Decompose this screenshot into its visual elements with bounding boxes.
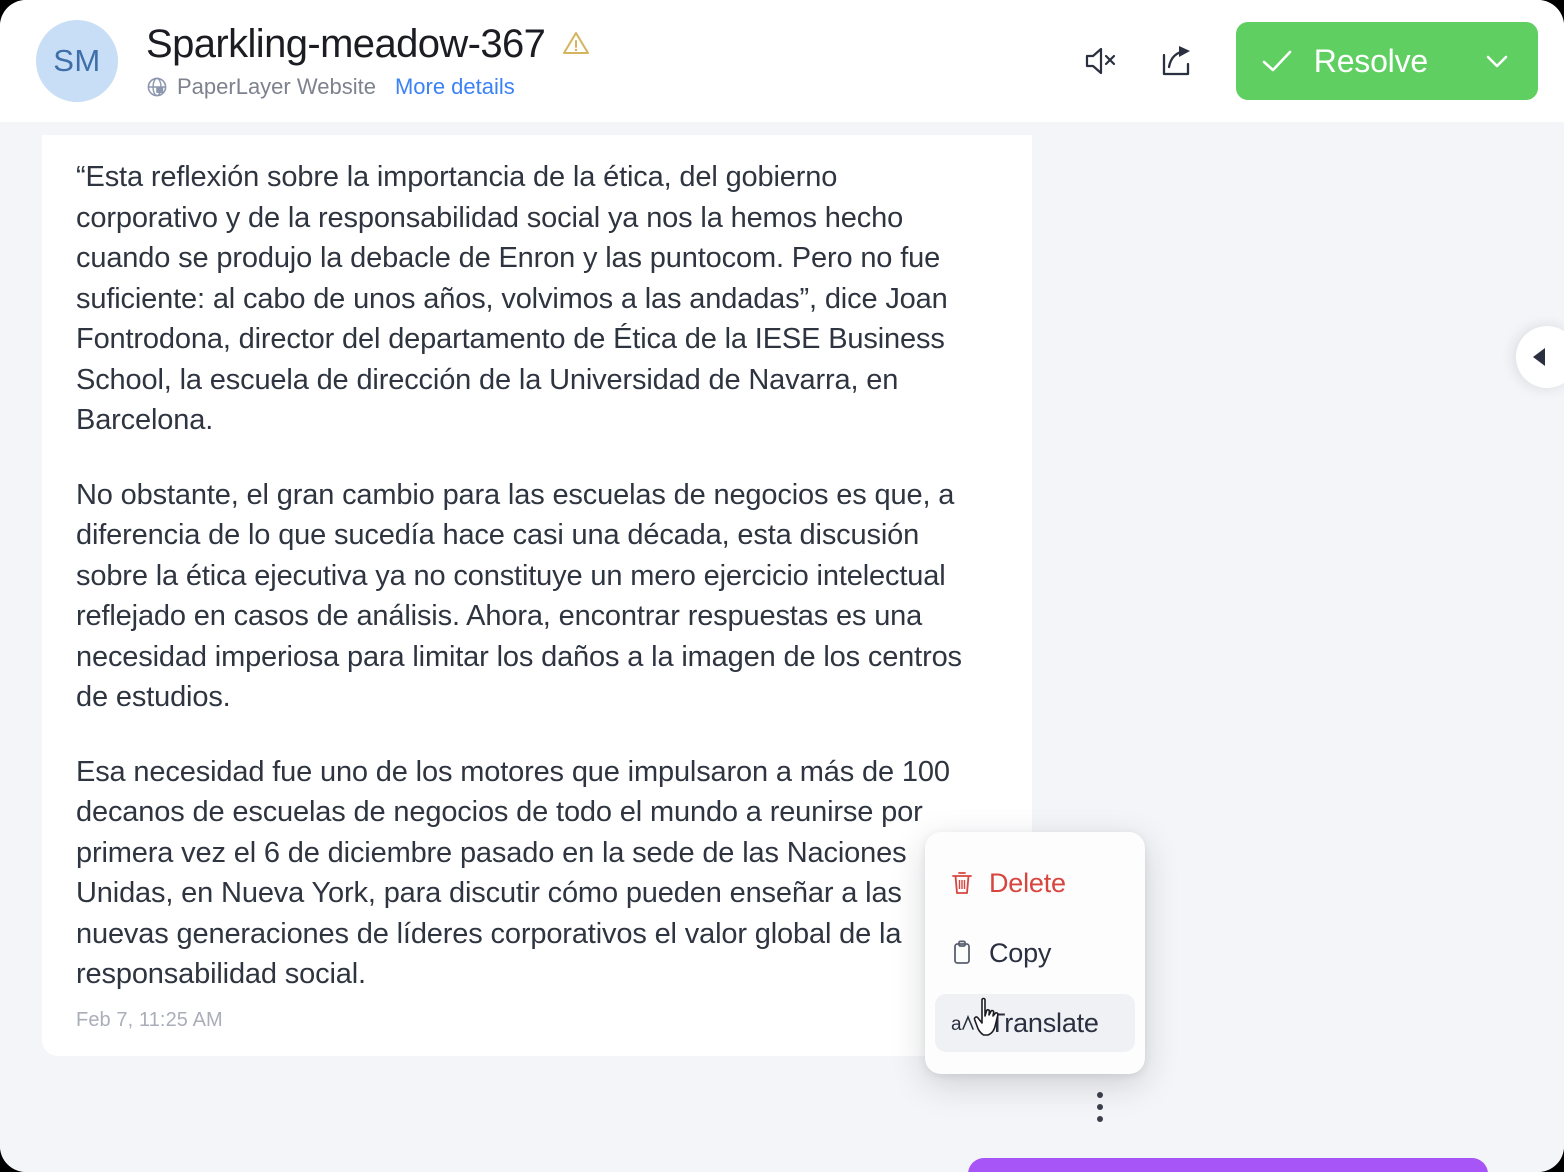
menu-item-label: Translate <box>989 1007 1099 1038</box>
title-row: Sparkling-meadow-367 <box>146 23 1078 65</box>
message-timestamp: Feb 7, 11:25 AM <box>76 1008 223 1031</box>
article-paragraph: No obstante, el gran cambio para las esc… <box>76 478 962 714</box>
outgoing-message-bubble: Give the team a way to reach you. Feb 7,… <box>968 1158 1488 1172</box>
page-title: Sparkling-meadow-367 <box>146 21 546 66</box>
subtitle-row: PaperLayer Website More details <box>146 74 1078 100</box>
warning-triangle-icon <box>561 29 591 62</box>
more-vertical-icon-dot <box>1097 1092 1103 1098</box>
message-context-menu: Delete Copy a Translate <box>925 832 1145 1074</box>
menu-item-translate[interactable]: a Translate <box>935 994 1135 1052</box>
avatar-initials: SM <box>53 43 101 78</box>
clipboard-icon <box>949 939 975 967</box>
article-paragraph: Esa necesidad fue uno de los motores que… <box>76 755 950 991</box>
resolve-button[interactable]: Resolve <box>1235 22 1538 100</box>
app-frame: SM Sparkling-meadow-367 PaperLayer Websi… <box>0 0 1564 1172</box>
more-details-link[interactable]: More details <box>395 74 515 100</box>
header-text-block: Sparkling-meadow-367 PaperLayer Website … <box>146 23 1078 100</box>
conversation-header: SM Sparkling-meadow-367 PaperLayer Websi… <box>0 0 1564 122</box>
share-icon[interactable] <box>1154 38 1200 84</box>
header-actions: Resolve <box>1078 22 1538 100</box>
svg-text:a: a <box>951 1014 962 1035</box>
trash-icon <box>949 869 975 897</box>
more-vertical-icon-dot <box>1097 1104 1103 1110</box>
check-icon <box>1260 47 1294 75</box>
translate-icon: a <box>949 1009 975 1037</box>
speaker-muted-icon[interactable] <box>1078 38 1124 84</box>
more-vertical-icon-dot <box>1097 1116 1103 1122</box>
menu-item-label: Copy <box>989 937 1052 968</box>
conversation-body: “Esta reflexión sobre la importancia de … <box>0 122 1564 1172</box>
article-paragraph: “Esta reflexión sobre la importancia de … <box>76 161 948 436</box>
avatar: SM <box>36 20 118 102</box>
chevron-left-icon <box>1529 345 1551 369</box>
menu-item-copy[interactable]: Copy <box>935 924 1135 982</box>
menu-item-delete[interactable]: Delete <box>935 854 1135 912</box>
resolve-button-label: Resolve <box>1313 42 1428 79</box>
incoming-message-card: “Esta reflexión sobre la importancia de … <box>42 135 1032 1056</box>
chevron-down-icon[interactable] <box>1482 50 1512 72</box>
globe-icon <box>146 76 168 98</box>
panel-collapse-toggle[interactable] <box>1516 326 1564 388</box>
menu-item-label: Delete <box>989 867 1066 898</box>
source-label: PaperLayer Website <box>177 73 376 99</box>
incoming-message-more-menu[interactable] <box>1088 1084 1112 1130</box>
